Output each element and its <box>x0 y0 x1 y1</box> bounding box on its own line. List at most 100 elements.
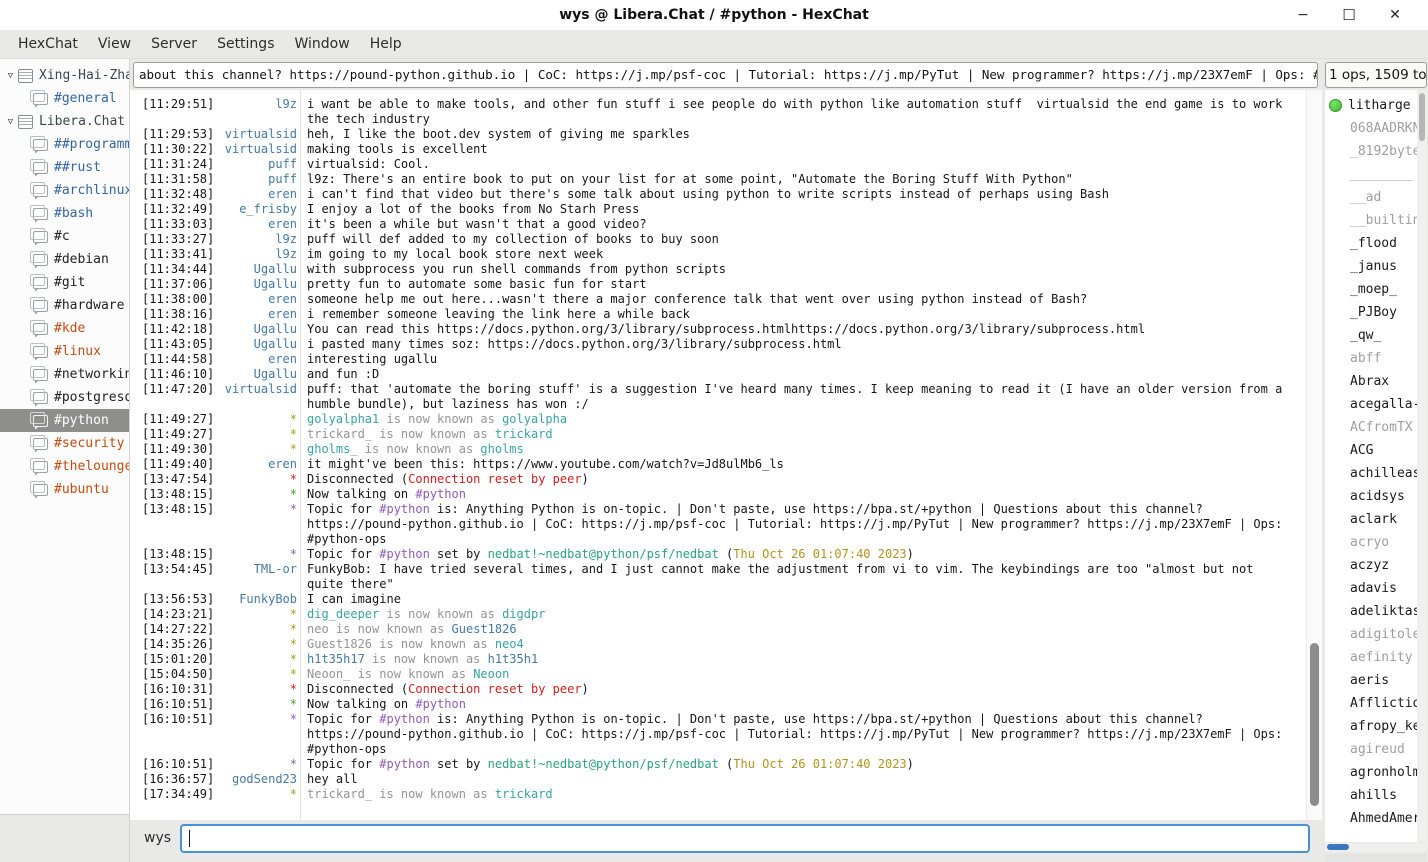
user-list-item-litharge[interactable]: litharge <box>1325 94 1417 117</box>
user-list-hscrollbar-thumb[interactable] <box>1327 844 1349 850</box>
user-list-item-qw[interactable]: _qw_ <box>1325 324 1417 347</box>
user-list-item-abff[interactable]: abff <box>1325 347 1417 370</box>
user-list-item-moep[interactable]: _moep_ <box>1325 278 1417 301</box>
user-list-item-abrax[interactable]: Abrax <box>1325 370 1417 393</box>
user-list-item-aclark[interactable]: aclark <box>1325 508 1417 531</box>
nick[interactable]: virtualsid <box>225 142 297 157</box>
tree-channel-c[interactable]: #c <box>0 225 129 248</box>
nick[interactable]: * <box>290 472 297 487</box>
chat-scrollbar[interactable] <box>1306 90 1322 820</box>
tree-channel-archlinux[interactable]: #archlinux <box>0 179 129 202</box>
chat-scrollbar-thumb[interactable] <box>1310 643 1319 806</box>
nick[interactable]: godSend23 <box>232 772 297 787</box>
nick[interactable]: virtualsid <box>225 127 297 142</box>
user-list-hscrollbar-track[interactable] <box>1325 854 1427 861</box>
user-list-item-item[interactable]: ________ <box>1325 163 1417 186</box>
user-list-item-adigitole[interactable]: adigitole <box>1325 623 1417 646</box>
nick[interactable]: TML-or <box>254 562 297 592</box>
menu-item-hexchat[interactable]: HexChat <box>8 32 88 56</box>
user-list-item-builtin[interactable]: __builtin <box>1325 209 1417 232</box>
nick[interactable]: Ugallu <box>254 367 297 382</box>
user-list-item-acidsys[interactable]: acidsys <box>1325 485 1417 508</box>
nick[interactable]: * <box>290 787 297 802</box>
nick[interactable]: * <box>290 502 297 547</box>
user-list-item-achilleas[interactable]: achilleas <box>1325 462 1417 485</box>
menu-item-window[interactable]: Window <box>284 32 359 56</box>
nick[interactable]: puff <box>268 157 297 172</box>
user-list-item-afropy-ke[interactable]: afropy_ke <box>1325 715 1417 738</box>
nick[interactable]: * <box>290 607 297 622</box>
nick[interactable]: * <box>290 712 297 757</box>
nick[interactable]: eren <box>268 217 297 232</box>
nick[interactable]: eren <box>268 307 297 322</box>
nick[interactable]: e_frisby <box>239 202 297 217</box>
user-list-item-ahmedamer[interactable]: AhmedAmer <box>1325 807 1417 830</box>
nick[interactable]: * <box>290 442 297 457</box>
user-list-scrollbar-thumb[interactable] <box>1419 93 1425 141</box>
nick[interactable]: puff <box>268 172 297 187</box>
nick[interactable]: Ugallu <box>254 322 297 337</box>
nick[interactable]: * <box>290 667 297 682</box>
user-list-item-acfromtx[interactable]: ACfromTX <box>1325 416 1417 439</box>
nick[interactable]: FunkyBob <box>239 592 297 607</box>
user-list-item-agronholm[interactable]: agronholm <box>1325 761 1417 784</box>
nick[interactable]: virtualsid <box>225 382 297 412</box>
tree-channel-thelounge[interactable]: #thelounge <box>0 455 129 478</box>
user-list-item-aeris[interactable]: aeris <box>1325 669 1417 692</box>
nick[interactable]: * <box>290 652 297 667</box>
user-list-item-ad[interactable]: __ad <box>1325 186 1417 209</box>
topic-bar[interactable]: about this channel? https://pound-python… <box>133 62 1318 88</box>
close-icon[interactable]: ✕ <box>1372 7 1418 23</box>
user-list-item-pjboy[interactable]: _PJBoy <box>1325 301 1417 324</box>
nick[interactable]: Ugallu <box>254 277 297 292</box>
tree-channel-bash[interactable]: #bash <box>0 202 129 225</box>
maximize-icon[interactable]: ☐ <box>1326 6 1372 24</box>
nick[interactable]: Ugallu <box>254 262 297 277</box>
user-list-item-068aadrkn[interactable]: 068AADRKN <box>1325 117 1417 140</box>
tree-channel-postgresql[interactable]: #postgresql <box>0 386 129 409</box>
user-list-item-janus[interactable]: _janus <box>1325 255 1417 278</box>
nick[interactable]: l9z <box>275 232 297 247</box>
tree-channel-python[interactable]: #python <box>0 409 129 432</box>
menu-item-help[interactable]: Help <box>360 32 412 56</box>
tree-channel-security[interactable]: #security <box>0 432 129 455</box>
user-list-item-aefinity[interactable]: aefinity <box>1325 646 1417 669</box>
nick[interactable]: Ugallu <box>254 337 297 352</box>
user-list-scrollbar[interactable] <box>1417 90 1427 842</box>
tree-channel-rust[interactable]: ##rust <box>0 156 129 179</box>
user-list-item-acryo[interactable]: acryo <box>1325 531 1417 554</box>
user-list-item-acegalla[interactable]: acegalla- <box>1325 393 1417 416</box>
tree-channel-programming[interactable]: ##programming <box>0 133 129 156</box>
user-list-item-flood[interactable]: _flood <box>1325 232 1417 255</box>
tree-server-libera-chat[interactable]: ▽Libera.Chat <box>0 110 129 133</box>
user-list-hscrollbar[interactable] <box>1325 843 1427 852</box>
user-list-item-8192byte[interactable]: _8192byte <box>1325 140 1417 163</box>
nick[interactable]: eren <box>268 457 297 472</box>
user-list-item-adavis[interactable]: adavis <box>1325 577 1417 600</box>
nick[interactable]: * <box>290 412 297 427</box>
user-list-item-ahills[interactable]: ahills <box>1325 784 1417 807</box>
nick[interactable]: eren <box>268 187 297 202</box>
nick[interactable]: * <box>290 757 297 772</box>
expander-icon[interactable]: ▽ <box>3 117 18 127</box>
tree-channel-debian[interactable]: #debian <box>0 248 129 271</box>
tree-channel-networking[interactable]: #networking <box>0 363 129 386</box>
tree-channel-linux[interactable]: #linux <box>0 340 129 363</box>
nick[interactable]: l9z <box>275 97 297 127</box>
menu-item-server[interactable]: Server <box>141 32 207 56</box>
tree-server-xing-hai-zhan[interactable]: ▽Xing-Hai-Zhan <box>0 64 129 87</box>
menu-item-view[interactable]: View <box>88 32 141 56</box>
user-list-item-aczyz[interactable]: aczyz <box>1325 554 1417 577</box>
user-list-item-acg[interactable]: ACG <box>1325 439 1417 462</box>
menu-item-settings[interactable]: Settings <box>207 32 284 56</box>
nick[interactable]: * <box>290 682 297 697</box>
nick[interactable]: eren <box>268 352 297 367</box>
nick[interactable]: * <box>290 637 297 652</box>
expander-icon[interactable]: ▽ <box>3 71 18 81</box>
tree-channel-hardware[interactable]: #hardware <box>0 294 129 317</box>
tree-channel-kde[interactable]: #kde <box>0 317 129 340</box>
nick[interactable]: eren <box>268 292 297 307</box>
nick[interactable]: * <box>290 547 297 562</box>
minimize-icon[interactable]: − <box>1280 7 1326 23</box>
tree-channel-general[interactable]: #general <box>0 87 129 110</box>
